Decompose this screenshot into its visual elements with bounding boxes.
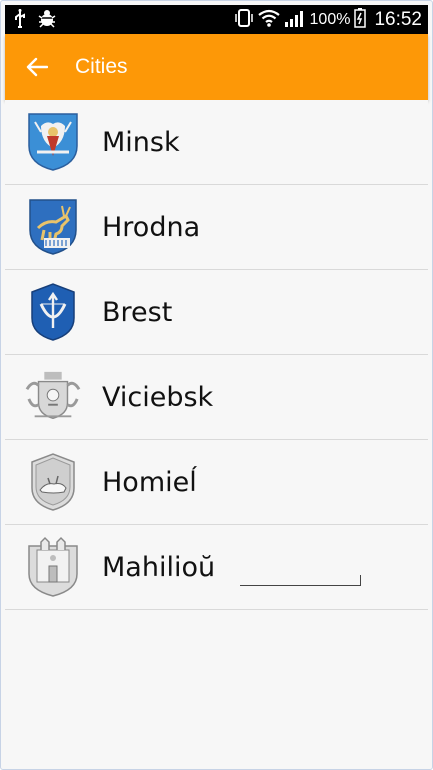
homiel-coat-of-arms-icon [25,450,81,514]
viciebsk-coat-of-arms-icon [25,365,81,429]
battery-charging-icon [354,7,367,32]
status-bar: 100% 16:52 [5,5,428,34]
signal-icon [284,9,306,31]
city-row-homiel[interactable]: Homieĺ [5,440,428,525]
mahiliou-coat-of-arms-icon [25,535,81,599]
arrow-back-icon [26,57,48,77]
city-row-mahiliou[interactable]: Mahilioŭ [5,525,428,610]
clock: 16:52 [374,8,422,30]
usb-icon [13,8,27,32]
hrodna-coat-of-arms-icon [25,195,81,259]
page-title: Cities [75,55,128,78]
city-row-viciebsk[interactable]: Viciebsk [5,355,428,440]
battery-percent: 100% [309,10,351,28]
city-row-brest[interactable]: Brest [5,270,428,355]
cities-list: Minsk Hrodna Brest Viciebsk Homieĺ Mahil… [5,100,428,610]
brest-coat-of-arms-icon [25,280,81,344]
app-bar: Cities [5,34,428,100]
city-row-minsk[interactable]: Minsk [5,100,428,185]
city-name: Minsk [102,126,180,158]
wifi-icon [257,9,280,31]
city-row-hrodna[interactable]: Hrodna [5,185,428,270]
city-name: Hrodna [102,211,201,243]
text-cursor-underline [240,575,361,586]
android-debug-icon [37,8,57,32]
back-button[interactable] [9,39,65,95]
city-name: Homieĺ [102,466,197,498]
city-name: Mahilioŭ [102,551,216,583]
city-name: Brest [102,296,173,328]
minsk-coat-of-arms-icon [25,110,81,174]
device-frame: 100% 16:52 Cities Minsk Hrodna Brest Vic… [0,0,433,770]
vibrate-icon [234,8,254,32]
city-name: Viciebsk [102,381,214,413]
